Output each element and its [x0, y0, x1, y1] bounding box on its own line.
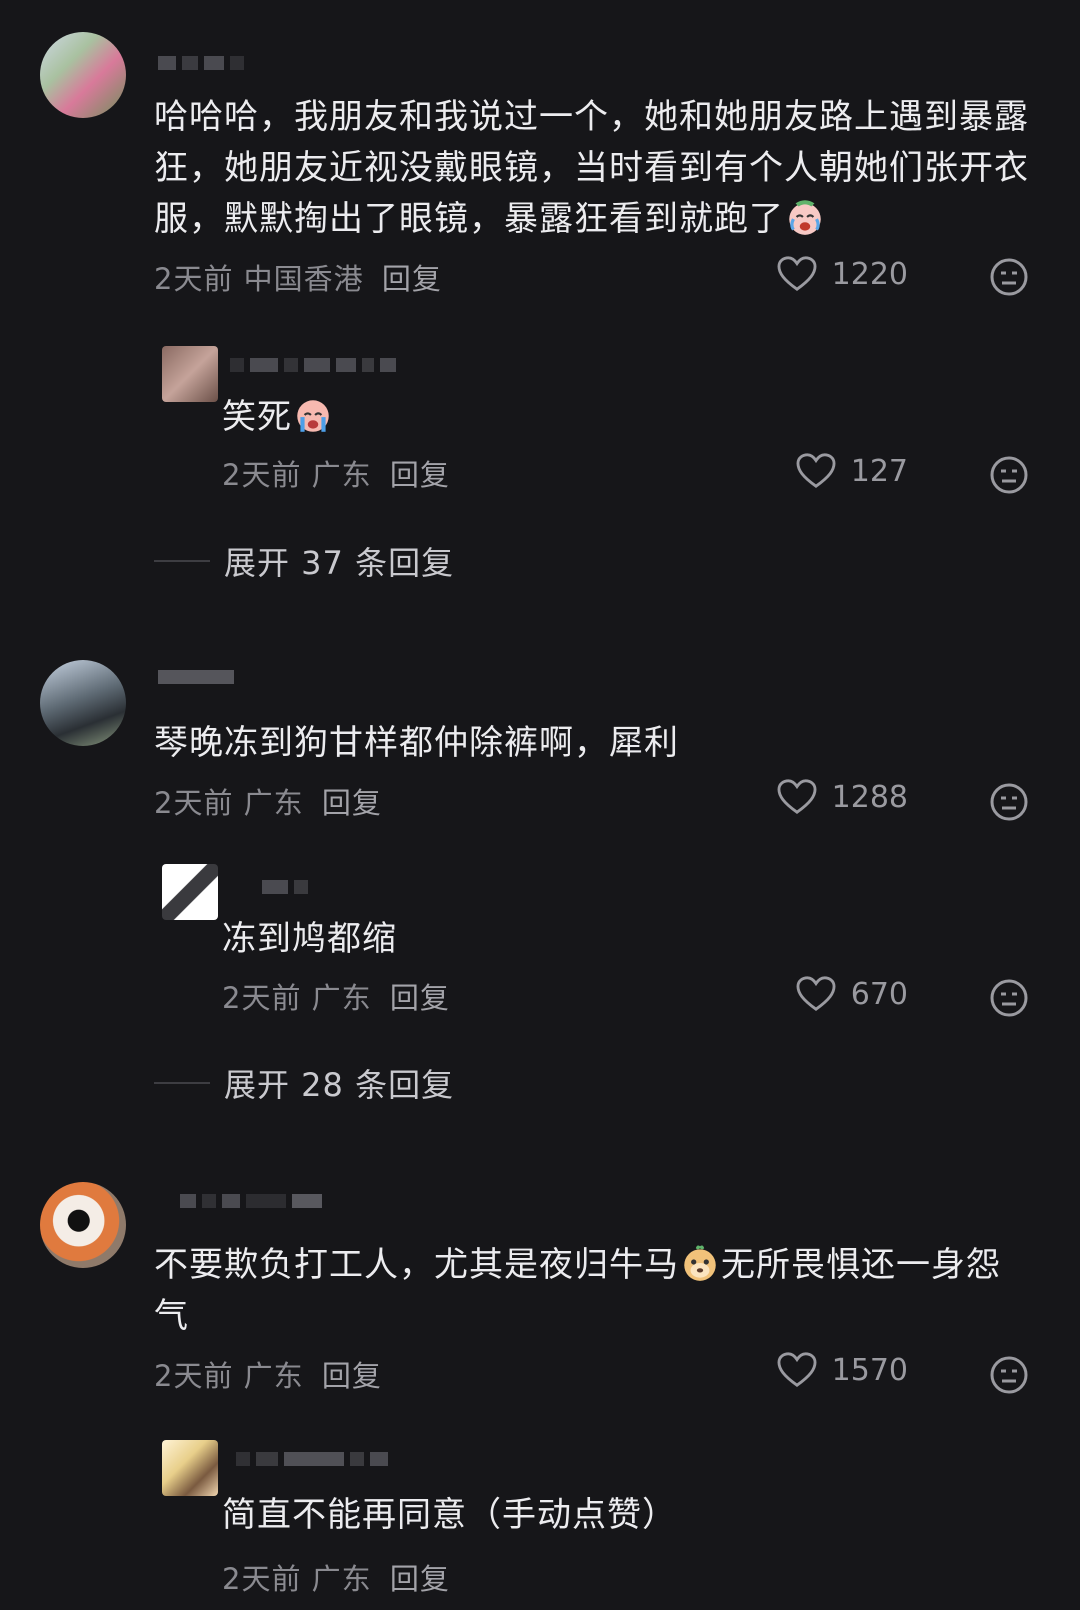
reply-button[interactable]: 回复: [382, 262, 442, 296]
location: 广东: [243, 786, 304, 820]
timestamp: 2天前: [222, 458, 302, 492]
like-button[interactable]: 1220: [776, 255, 908, 293]
username-masked[interactable]: [236, 1450, 388, 1468]
reply-button[interactable]: 回复: [390, 458, 450, 492]
timestamp: 2天前: [154, 786, 234, 820]
like-button[interactable]: 1288: [776, 778, 908, 816]
emoji-react-icon[interactable]: [988, 1354, 1030, 1396]
reply-text: 笑死: [222, 392, 334, 443]
comment-meta: 2天前 广东 回复: [154, 1353, 382, 1395]
avatar[interactable]: [40, 1182, 126, 1268]
reply-button[interactable]: 回复: [322, 1359, 382, 1393]
username-masked[interactable]: [262, 878, 308, 896]
username-masked[interactable]: [230, 356, 396, 374]
divider: [154, 1082, 210, 1084]
divider: [154, 560, 210, 562]
comment-text: 琴晚冻到狗甘样都仲除裤啊，犀利: [154, 723, 679, 763]
avatar[interactable]: [162, 346, 218, 402]
reply-meta: 2天前 广东 回复: [222, 452, 450, 494]
comment-meta: 2天前 广东 回复: [154, 780, 382, 822]
emoji-react-icon[interactable]: [988, 781, 1030, 823]
avatar[interactable]: [162, 1440, 218, 1496]
location: 广东: [311, 1562, 372, 1596]
crying-emoji: [297, 400, 329, 432]
expand-replies-button[interactable]: 展开 28 条回复: [154, 1060, 454, 1106]
heart-icon: [777, 779, 817, 814]
crying-laughing-emoji: [789, 200, 821, 235]
location: 广东: [311, 458, 372, 492]
expand-replies-button[interactable]: 展开 37 条回复: [154, 538, 454, 584]
like-count: 1288: [831, 779, 908, 815]
reply-text: 冻到鸠都缩: [222, 919, 397, 959]
cow-horse-emoji: [684, 1245, 716, 1281]
timestamp: 2天前: [154, 262, 234, 296]
timestamp: 2天前: [222, 981, 302, 1015]
like-button[interactable]: 670: [795, 975, 908, 1013]
location: 广东: [243, 1359, 304, 1393]
expand-replies-label: 展开 28 条回复: [224, 1066, 455, 1104]
avatar[interactable]: [40, 660, 126, 746]
reply-button[interactable]: 回复: [390, 981, 450, 1015]
location: 中国香港: [243, 262, 364, 296]
reply-button[interactable]: 回复: [390, 1562, 450, 1596]
timestamp: 2天前: [222, 1562, 302, 1596]
reply-meta: 2天前 广东 回复: [222, 975, 450, 1017]
emoji-react-icon[interactable]: [988, 977, 1030, 1019]
heart-icon: [796, 453, 836, 488]
comment-text: 不要欺负打工人，尤其是夜归牛马 无所畏惧还一身怨气: [154, 1240, 1034, 1342]
like-count: 1570: [831, 1352, 908, 1388]
comment-meta: 2天前 中国香港 回复: [154, 256, 442, 298]
emoji-react-icon[interactable]: [988, 454, 1030, 496]
reply-meta: 2天前 广东 回复: [222, 1556, 450, 1598]
heart-icon: [777, 256, 817, 291]
reply-text: 简直不能再同意（手动点赞）: [222, 1495, 677, 1535]
heart-icon: [777, 1352, 817, 1387]
like-count: 1220: [831, 256, 908, 292]
like-count: 127: [850, 453, 908, 489]
reply-button[interactable]: 回复: [322, 786, 382, 820]
emoji-react-icon[interactable]: [988, 256, 1030, 298]
username-masked[interactable]: [180, 1192, 322, 1210]
username-masked[interactable]: [158, 668, 234, 686]
location: 广东: [311, 981, 372, 1015]
heart-icon: [796, 976, 836, 1011]
expand-replies-label: 展开 37 条回复: [224, 544, 455, 582]
avatar[interactable]: [40, 32, 126, 118]
like-button[interactable]: 1570: [776, 1351, 908, 1389]
like-count: 670: [850, 976, 908, 1012]
timestamp: 2天前: [154, 1359, 234, 1393]
username-masked[interactable]: [158, 54, 244, 72]
comment-text: 哈哈哈，我朋友和我说过一个，她和她朋友路上遇到暴露狂，她朋友近视没戴眼镜，当时看…: [154, 97, 1029, 239]
like-button[interactable]: 127: [795, 452, 908, 490]
avatar[interactable]: [162, 864, 218, 920]
